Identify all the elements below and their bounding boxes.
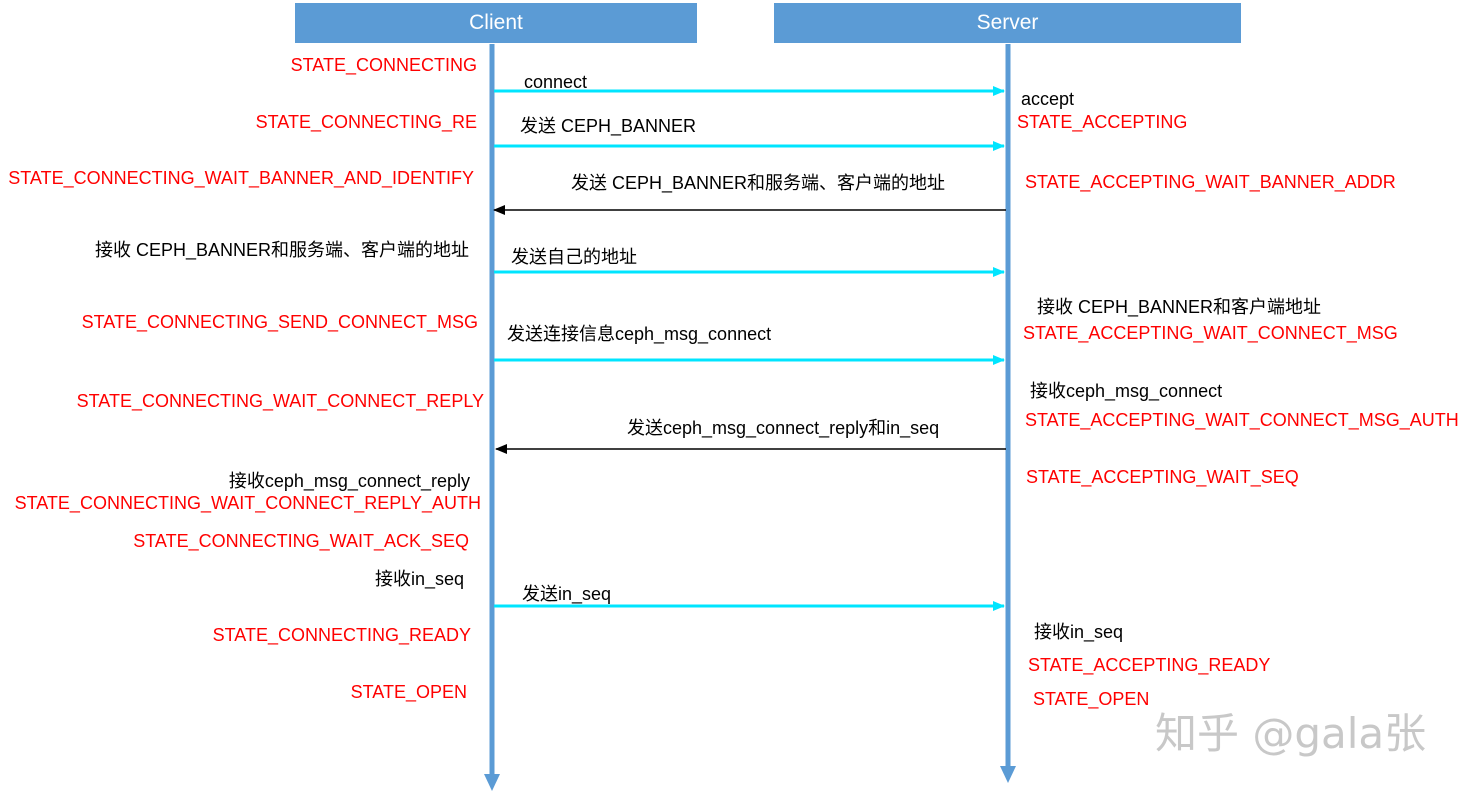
client-state-open: STATE_OPEN: [350, 682, 467, 702]
client-note-receive-banner: 接收 CEPH_BANNER和服务端、客户端的地址: [94, 240, 469, 260]
message-label-m1: connect: [524, 72, 588, 92]
client-state-wait-connect-reply-auth: STATE_CONNECTING_WAIT_CONNECT_REPLY_AUTH: [14, 493, 481, 513]
message-label-m3: 发送 CEPH_BANNER和服务端、客户端的地址: [571, 173, 946, 193]
client-state-wait-ack-seq: STATE_CONNECTING_WAIT_ACK_SEQ: [133, 531, 469, 551]
server-state-open: STATE_OPEN: [1033, 689, 1150, 709]
server-state-wait-connect-msg: STATE_ACCEPTING_WAIT_CONNECT_MSG: [1023, 323, 1398, 343]
sequence-diagram: Client Server STATE_CONNECTING STATE_CON…: [0, 0, 1466, 792]
client-state-send-connect-msg: STATE_CONNECTING_SEND_CONNECT_MSG: [81, 312, 478, 332]
client-state-connecting-re: STATE_CONNECTING_RE: [255, 112, 477, 132]
server-lifeline-arrowhead: [1000, 766, 1016, 783]
message-label-m2: 发送 CEPH_BANNER: [520, 116, 697, 136]
client-state-connecting: STATE_CONNECTING: [290, 55, 477, 75]
client-actor-label: Client: [469, 11, 523, 34]
server-note-receive-banner: 接收 CEPH_BANNER和客户端地址: [1037, 297, 1322, 317]
server-actor-box: Server: [774, 3, 1241, 43]
server-state-wait-connect-msg-auth: STATE_ACCEPTING_WAIT_CONNECT_MSG_AUTH: [1025, 410, 1459, 430]
server-note-receive-connect: 接收ceph_msg_connect: [1030, 381, 1223, 401]
message-label-m6: 发送ceph_msg_connect_reply和in_seq: [627, 418, 940, 438]
server-state-wait-banner-addr: STATE_ACCEPTING_WAIT_BANNER_ADDR: [1025, 172, 1396, 192]
server-state-accepting: STATE_ACCEPTING: [1017, 112, 1188, 132]
server-state-accepting-ready: STATE_ACCEPTING_READY: [1028, 655, 1271, 675]
server-note-accept: accept: [1021, 89, 1075, 109]
client-note-receive-connect-reply: 接收ceph_msg_connect_reply: [228, 471, 470, 491]
client-state-connecting-ready: STATE_CONNECTING_READY: [212, 625, 471, 645]
server-state-wait-seq: STATE_ACCEPTING_WAIT_SEQ: [1026, 467, 1299, 487]
message-label-m5: 发送连接信息ceph_msg_connect: [507, 324, 772, 344]
client-actor-box: Client: [295, 3, 697, 43]
client-state-wait-connect-reply: STATE_CONNECTING_WAIT_CONNECT_REPLY: [76, 391, 484, 411]
client-lifeline-arrowhead: [484, 774, 500, 791]
message-label-m4: 发送自己的地址: [511, 247, 637, 267]
client-state-wait-banner-and-identify: STATE_CONNECTING_WAIT_BANNER_AND_IDENTIF…: [8, 168, 474, 188]
client-note-receive-in-seq: 接收in_seq: [374, 569, 464, 589]
watermark: 知乎 @gala张: [1155, 709, 1427, 758]
server-note-receive-in-seq: 接收in_seq: [1034, 622, 1124, 642]
server-actor-label: Server: [976, 11, 1039, 34]
message-label-m7: 发送in_seq: [522, 584, 612, 604]
